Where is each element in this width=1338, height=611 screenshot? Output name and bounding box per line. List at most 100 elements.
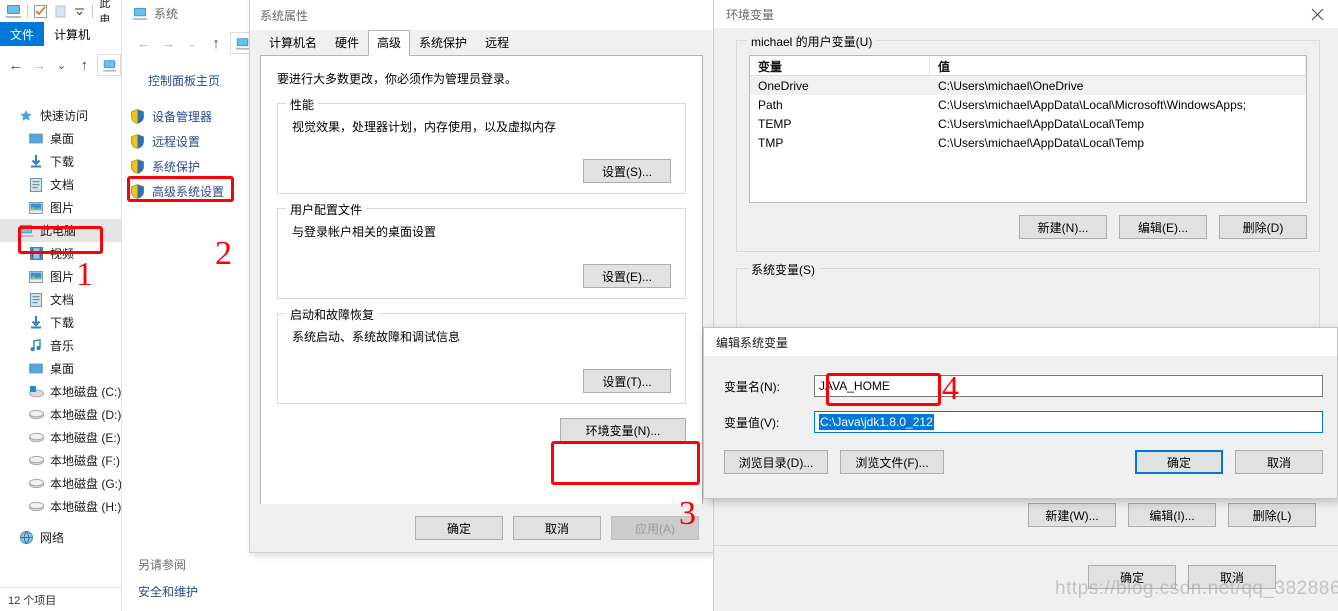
table-row[interactable]: OneDrive C:\Users\michael\OneDrive — [750, 76, 1306, 95]
tree-item-music[interactable]: 音乐 — [0, 334, 121, 357]
tree-item-this-pc[interactable]: 此电脑 — [0, 219, 121, 242]
tree-item-quick-access[interactable]: 快速访问 — [0, 104, 121, 127]
tab-remote[interactable]: 远程 — [476, 30, 518, 56]
back-arrow-icon[interactable]: ← — [6, 54, 26, 76]
chevron-down-icon[interactable] — [70, 1, 90, 21]
environment-variables-button[interactable]: 环境变量(N)... — [560, 418, 686, 442]
system-variables-legend: 系统变量(S) — [747, 261, 819, 278]
column-header-variable[interactable]: 变量 — [750, 56, 930, 75]
env-cancel-button[interactable]: 取消 — [1188, 565, 1276, 589]
shield-icon — [130, 184, 145, 199]
variable-value-selected-text: C:\Java\jdk1.8.0_212 — [819, 414, 934, 430]
ok-button[interactable]: 确定 — [415, 516, 503, 540]
system-properties-tabs: 计算机名 硬件 高级 系统保护 远程 — [260, 30, 703, 56]
tree-item-downloads-2[interactable]: 下载 — [0, 311, 121, 334]
tree-item-drive-c[interactable]: 本地磁盘 (C:) — [0, 380, 121, 403]
explorer-navigation-bar: ← → ⌄ ↑ — [0, 48, 121, 82]
variable-value-input[interactable]: C:\Java\jdk1.8.0_212 — [814, 411, 1323, 433]
table-row[interactable]: TEMP C:\Users\michael\AppData\Local\Temp — [750, 114, 1306, 133]
star-icon — [18, 108, 34, 124]
system-delete-button[interactable]: 删除(L) — [1228, 503, 1316, 527]
tree-item-label: 图片 — [50, 270, 75, 284]
tree-item-pictures-2[interactable]: 图片 — [0, 265, 121, 288]
tree-item-drive-e[interactable]: 本地磁盘 (E:) — [0, 426, 121, 449]
tab-advanced[interactable]: 高级 — [368, 30, 411, 56]
tree-item-drive-h[interactable]: 本地磁盘 (H:) — [0, 495, 121, 518]
table-row[interactable]: TMP C:\Users\michael\AppData\Local\Temp — [750, 133, 1306, 152]
tree-item-pictures[interactable]: 图片 — [0, 196, 121, 219]
close-icon[interactable] — [1304, 1, 1330, 27]
env-ok-button[interactable]: 确定 — [1088, 565, 1176, 589]
edit-ok-button[interactable]: 确定 — [1135, 450, 1223, 474]
tree-item-downloads[interactable]: 下载 — [0, 150, 121, 173]
recent-locations-chevron-icon[interactable]: ⌄ — [182, 32, 202, 54]
variable-name-input[interactable]: JAVA_HOME — [814, 375, 1323, 397]
user-new-button[interactable]: 新建(N)... — [1019, 215, 1107, 239]
system-new-button[interactable]: 新建(W)... — [1028, 503, 1116, 527]
column-header-value[interactable]: 值 — [930, 56, 1306, 75]
tree-item-drive-f[interactable]: 本地磁盘 (F:) — [0, 449, 121, 472]
tree-item-drive-d[interactable]: 本地磁盘 (D:) — [0, 403, 121, 426]
edit-cancel-button[interactable]: 取消 — [1235, 450, 1323, 474]
tab-hardware[interactable]: 硬件 — [326, 30, 368, 56]
browse-file-button[interactable]: 浏览文件(F)... — [840, 450, 944, 474]
tree-item-videos[interactable]: 视频 — [0, 242, 121, 265]
system-edit-button[interactable]: 编辑(I)... — [1128, 503, 1216, 527]
variable-name: TEMP — [758, 116, 792, 131]
cp-link-label: 远程设置 — [152, 135, 201, 149]
tree-item-documents[interactable]: 文档 — [0, 173, 121, 196]
check-box-icon[interactable] — [31, 1, 51, 21]
tree-item-label: 视频 — [50, 247, 75, 261]
tree-item-network[interactable]: 网络 — [0, 526, 121, 549]
drive-icon — [28, 407, 44, 423]
back-arrow-icon[interactable]: ← — [134, 32, 154, 54]
startup-recovery-legend: 启动和故障恢复 — [286, 306, 379, 323]
tree-item-desktop[interactable]: 桌面 — [0, 127, 121, 150]
tab-system-protection[interactable]: 系统保护 — [410, 30, 476, 56]
variable-value: C:\Users\michael\OneDrive — [938, 78, 1084, 93]
tree-item-label: 此电脑 — [40, 224, 77, 238]
cancel-button[interactable]: 取消 — [513, 516, 601, 540]
desktop-icon — [28, 131, 44, 147]
edit-system-variable-dialog: 编辑系统变量 变量名(N): JAVA_HOME 变量值(V): C:\Java… — [703, 327, 1338, 499]
user-edit-button[interactable]: 编辑(E)... — [1119, 215, 1207, 239]
up-arrow-icon[interactable]: ↑ — [206, 32, 226, 54]
shield-icon — [130, 134, 145, 149]
recent-locations-chevron-icon[interactable]: ⌄ — [52, 54, 72, 76]
user-delete-button[interactable]: 删除(D) — [1219, 215, 1307, 239]
startup-recovery-settings-button[interactable]: 设置(T)... — [583, 369, 671, 393]
tree-item-label: 文档 — [50, 293, 75, 307]
forward-arrow-icon[interactable]: → — [29, 54, 49, 76]
explorer-status-bar: 12 个项目 — [0, 587, 121, 611]
table-row[interactable]: Path C:\Users\michael\AppData\Local\Micr… — [750, 95, 1306, 114]
tree-item-drive-g[interactable]: 本地磁盘 (G:) — [0, 472, 121, 495]
system-properties-footer: 确定 取消 应用(A) — [250, 504, 713, 552]
see-also-security-maintenance-link[interactable]: 安全和维护 — [138, 583, 298, 600]
variable-value: C:\Users\michael\AppData\Local\Microsoft… — [938, 97, 1247, 112]
folder-icon[interactable] — [50, 1, 70, 21]
tree-item-desktop-2[interactable]: 桌面 — [0, 357, 121, 380]
tree-item-label: 文档 — [50, 178, 75, 192]
user-variables-table[interactable]: 变量 值 OneDrive C:\Users\michael\OneDrive … — [749, 55, 1307, 203]
download-icon — [28, 154, 44, 170]
tab-computer-name[interactable]: 计算机名 — [260, 30, 326, 56]
variable-value-row: 变量值(V): C:\Java\jdk1.8.0_212 — [724, 408, 1323, 436]
user-profiles-settings-button[interactable]: 设置(E)... — [583, 264, 671, 288]
desktop-icon — [28, 361, 44, 377]
ribbon-tab-file[interactable]: 文件 — [0, 22, 45, 46]
computer-icon — [18, 223, 34, 239]
performance-settings-button[interactable]: 设置(S)... — [583, 159, 671, 183]
cp-link-label: 设备管理器 — [152, 110, 213, 124]
browse-directory-button[interactable]: 浏览目录(D)... — [724, 450, 828, 474]
see-also-header: 另请参阅 — [138, 558, 187, 572]
tree-item-documents-2[interactable]: 文档 — [0, 288, 121, 311]
startup-recovery-description: 系统启动、系统故障和调试信息 — [292, 330, 461, 344]
advanced-tab-pane: 要进行大多数更改，你必须作为管理员登录。 性能 视觉效果，处理器计划，内存使用，… — [260, 56, 703, 531]
address-bar-computer-icon[interactable] — [97, 54, 121, 76]
forward-arrow-icon[interactable]: → — [158, 32, 178, 54]
variable-value-label: 变量值(V): — [724, 415, 780, 430]
cp-link-label: 系统保护 — [152, 160, 201, 174]
up-arrow-icon[interactable]: ↑ — [74, 54, 94, 76]
environment-variables-footer: 确定 取消 — [714, 565, 1338, 589]
ribbon-tab-computer[interactable]: 计算机 — [44, 22, 100, 46]
